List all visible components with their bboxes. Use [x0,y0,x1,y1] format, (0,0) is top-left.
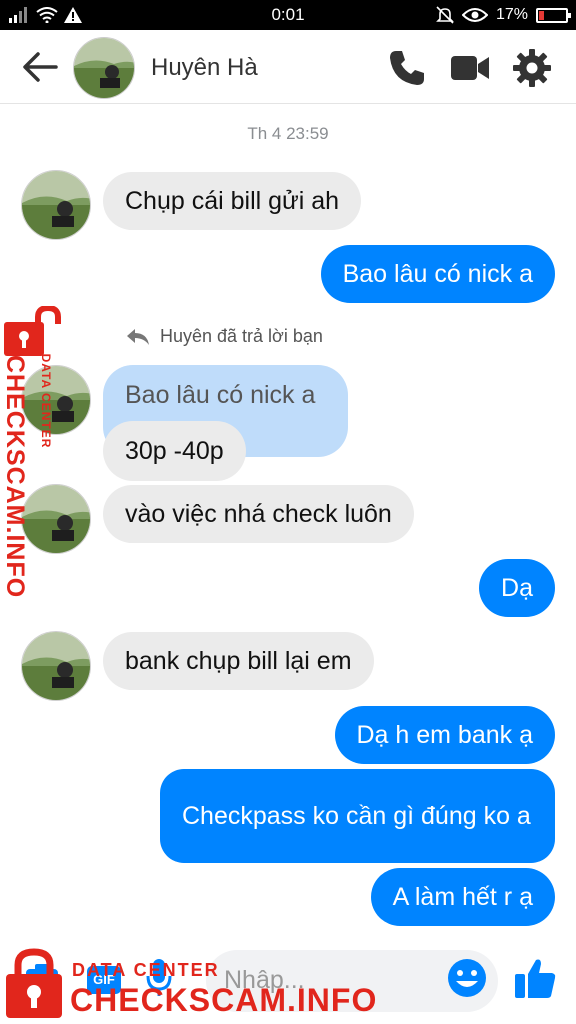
status-bar: 0:01 17% [0,0,576,30]
message-bubble-incoming[interactable]: bank chụp bill lại em [103,632,374,690]
message-bubble-outgoing[interactable]: Bao lâu có nick a [320,245,555,303]
watermark-lock-icon [4,306,61,356]
conversation-header: Huyên Hà [0,30,576,104]
watermark-brand: CHECKSCAM.INFO [70,982,378,1018]
emoji-icon[interactable] [447,958,487,998]
sender-avatar[interactable] [21,170,91,240]
message-bubble-incoming[interactable]: 30p -40p [103,421,246,481]
message-bubble-incoming[interactable]: vào việc nhá check luôn [103,485,414,543]
muted-bell-icon [436,6,454,24]
status-right-icons: 17% [436,5,571,25]
sender-avatar[interactable] [21,365,91,435]
reply-note-text: Huyên đã trả lời bạn [160,326,323,346]
message-bubble-outgoing[interactable]: Dạ [479,559,555,617]
message-bubble-outgoing[interactable]: Checkpass ko cần gì đúng ko a [160,769,555,863]
watermark-tag: DATA CENTER [72,960,220,980]
message-timestamp: Th 4 23:59 [247,124,329,143]
watermark-brand-vertical: CHECKSCAM.INFO [1,355,29,599]
eye-icon [461,8,488,22]
message-bubble-incoming[interactable]: Chụp cái bill gửi ah [103,172,362,230]
watermark-tag-vertical: DATA CENTER [39,353,53,449]
message-bubble-outgoing[interactable]: Dạ h em bank ạ [334,706,555,764]
battery-icon [536,7,571,23]
message-bubble-outgoing[interactable]: A làm hết r ạ [370,868,555,926]
reply-arrow-icon [127,328,149,345]
thumbs-up-icon[interactable] [514,956,556,1000]
contact-name[interactable]: Huyên Hà [151,54,258,82]
phone-icon[interactable] [387,48,427,88]
battery-percent: 17% [495,6,528,23]
back-arrow-icon[interactable] [22,50,58,84]
reply-indicator: Huyên đã trả lời bạn [126,326,323,347]
sender-avatar[interactable] [21,631,91,701]
sender-avatar[interactable] [21,484,91,554]
video-call-icon[interactable] [450,48,490,88]
watermark-lock-icon-bottom [6,948,62,1018]
contact-avatar[interactable] [73,37,135,99]
settings-gear-icon[interactable] [512,48,552,88]
